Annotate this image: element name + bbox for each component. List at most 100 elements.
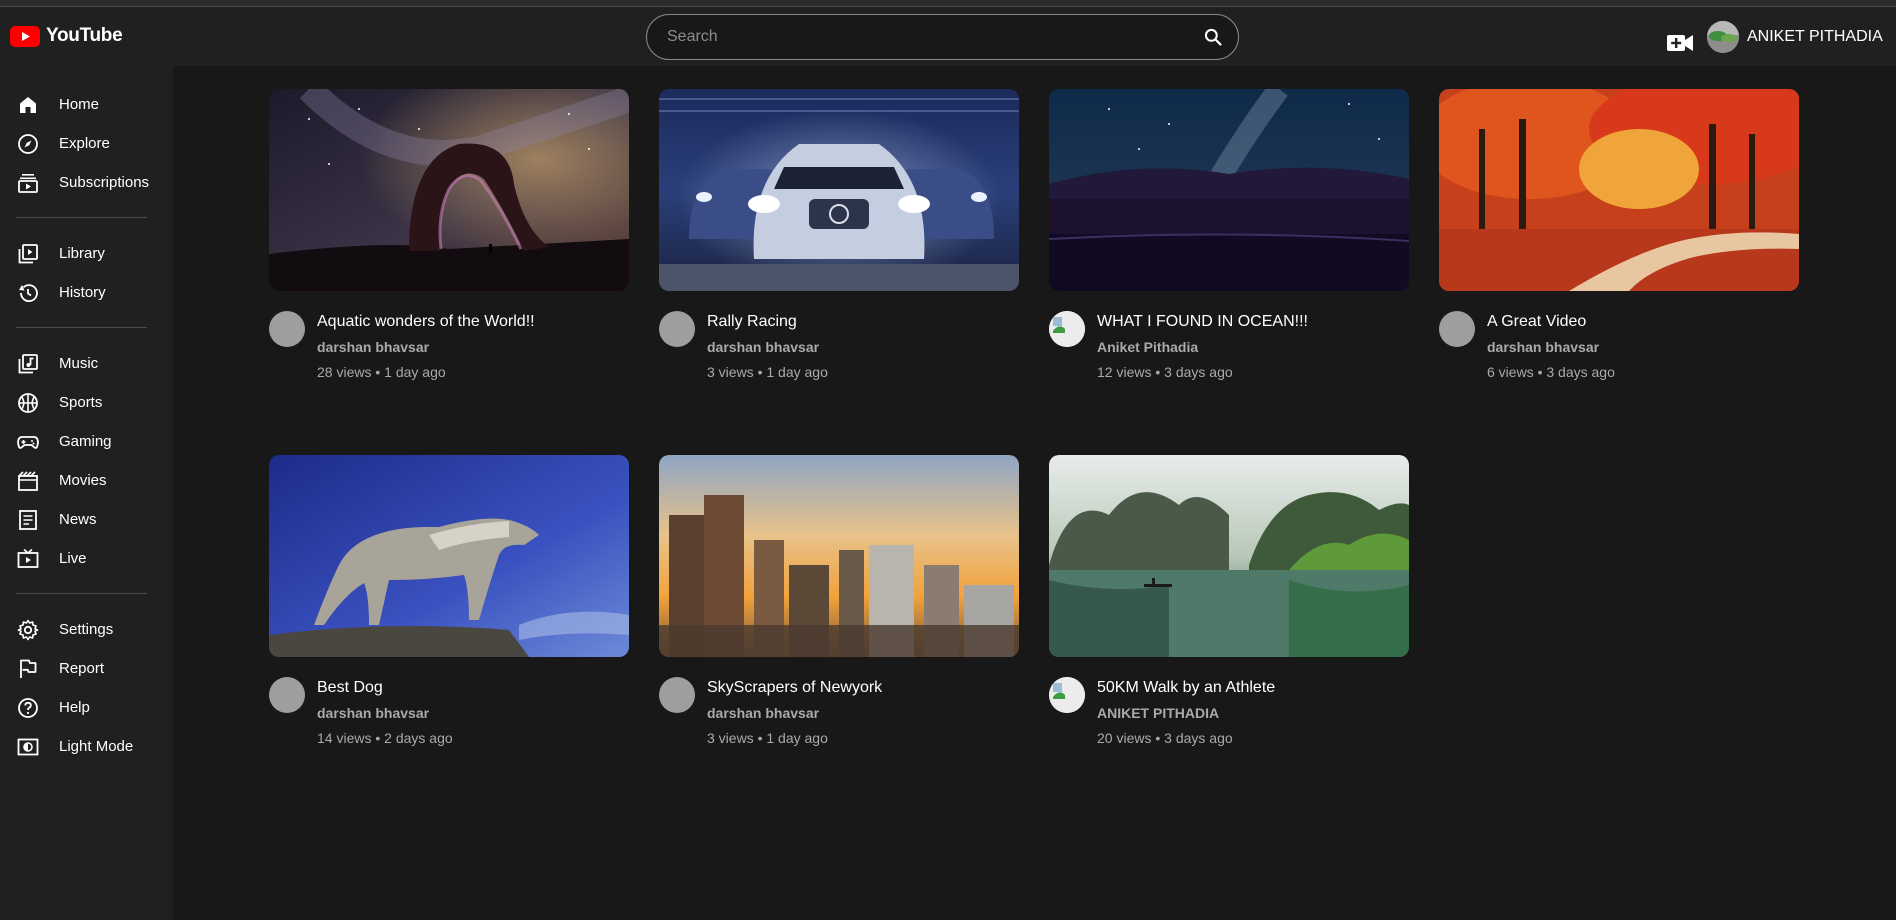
help-icon (18, 697, 38, 718)
news-icon (19, 509, 37, 530)
sidebar-item-label: Library (59, 245, 105, 262)
live-tv-icon (17, 548, 39, 568)
video-card[interactable]: A Great Video darshan bhavsar 6 views • … (1439, 89, 1799, 380)
video-title[interactable]: Aquatic wonders of the World!! (317, 312, 535, 332)
library-icon (18, 243, 38, 263)
channel-name[interactable]: darshan bhavsar (317, 705, 453, 721)
search-bar (646, 14, 1239, 60)
sidebar-item-movies[interactable]: Movies (0, 461, 173, 500)
video-meta: 50KM Walk by an Athlete ANIKET PITHADIA … (1049, 677, 1409, 746)
video-thumbnail[interactable] (1049, 455, 1409, 657)
sidebar-item-label: Light Mode (59, 738, 134, 755)
channel-avatar[interactable] (1439, 311, 1475, 347)
video-stats: 20 views • 3 days ago (1097, 730, 1233, 746)
video-title[interactable]: SkyScrapers of Newyork (707, 678, 882, 698)
window-top-edge (0, 0, 1896, 7)
channel-name[interactable]: darshan bhavsar (317, 339, 535, 355)
channel-avatar[interactable] (1049, 677, 1085, 713)
video-card[interactable]: SkyScrapers of Newyork darshan bhavsar 3… (659, 455, 1019, 746)
video-thumbnail[interactable] (659, 455, 1019, 657)
youtube-logo[interactable]: YouTube (10, 25, 123, 47)
video-stats: 14 views • 2 days ago (317, 730, 453, 746)
channel-avatar[interactable] (269, 311, 305, 347)
sidebar-item-home[interactable]: Home (0, 85, 173, 124)
create-video-icon[interactable] (1666, 29, 1694, 57)
sidebar-item-label: Report (59, 660, 105, 677)
search-input[interactable] (647, 28, 1188, 46)
video-stats: 12 views • 3 days ago (1097, 364, 1233, 380)
video-thumbnail[interactable] (1049, 89, 1409, 291)
video-thumbnail[interactable] (269, 455, 629, 657)
sidebar-item-label: Subscriptions (59, 174, 150, 191)
channel-avatar[interactable] (659, 311, 695, 347)
sidebar-item-label: Music (59, 355, 99, 372)
channel-name[interactable]: darshan bhavsar (707, 705, 882, 721)
youtube-play-icon (10, 25, 40, 47)
top-header: YouTube ANIKET PITHADIA (0, 7, 1896, 66)
compass-icon (18, 133, 38, 154)
channel-name[interactable]: ANIKET PITHADIA (1097, 705, 1275, 721)
video-meta: Aquatic wonders of the World!! darshan b… (269, 311, 629, 380)
sidebar-item-label: Movies (59, 472, 107, 489)
video-stats: 3 views • 1 day ago (707, 364, 828, 380)
sidebar-item-label: Help (59, 699, 90, 716)
sidebar-item-music[interactable]: Music (0, 344, 173, 383)
sidebar-item-gaming[interactable]: Gaming (0, 422, 173, 461)
video-thumbnail[interactable] (659, 89, 1019, 291)
video-title[interactable]: 50KM Walk by an Athlete (1097, 678, 1275, 698)
sidebar-item-label: History (59, 284, 106, 301)
sidebar-item-label: Sports (59, 394, 103, 411)
logo-text: YouTube (46, 25, 123, 46)
sidebar-item-label: Live (59, 550, 87, 567)
sidebar-divider (16, 593, 147, 594)
sidebar-divider (16, 217, 147, 218)
channel-avatar[interactable] (269, 677, 305, 713)
sidebar-item-sports[interactable]: Sports (0, 383, 173, 422)
video-title[interactable]: WHAT I FOUND IN OCEAN!!! (1097, 312, 1308, 332)
user-avatar (1707, 21, 1739, 53)
channel-avatar[interactable] (659, 677, 695, 713)
sidebar-item-live[interactable]: Live (0, 539, 173, 578)
home-icon (20, 96, 36, 113)
sidebar-item-help[interactable]: Help (0, 688, 173, 727)
video-stats: 28 views • 1 day ago (317, 364, 446, 380)
video-thumbnail[interactable] (1439, 89, 1799, 291)
video-card[interactable]: 50KM Walk by an Athlete ANIKET PITHADIA … (1049, 455, 1409, 746)
sidebar-item-label: Home (59, 96, 100, 113)
channel-avatar[interactable] (1049, 311, 1085, 347)
flag-icon (20, 659, 37, 678)
sidebar-item-report[interactable]: Report (0, 649, 173, 688)
video-card[interactable]: WHAT I FOUND IN OCEAN!!! Aniket Pithadia… (1049, 89, 1409, 380)
video-stats: 3 views • 1 day ago (707, 730, 828, 746)
video-thumbnail[interactable] (269, 89, 629, 291)
search-button[interactable] (1188, 15, 1238, 59)
video-grid: Aquatic wonders of the World!! darshan b… (173, 66, 1896, 920)
sidebar-item-library[interactable]: Library (0, 234, 173, 273)
video-title[interactable]: Rally Racing (707, 312, 828, 332)
video-card[interactable]: Best Dog darshan bhavsar 14 views • 2 da… (269, 455, 629, 746)
sidebar-item-news[interactable]: News (0, 500, 173, 539)
account-menu[interactable]: ANIKET PITHADIA (1707, 21, 1883, 53)
sidebar-item-explore[interactable]: Explore (0, 124, 173, 163)
video-meta: Best Dog darshan bhavsar 14 views • 2 da… (269, 677, 629, 746)
channel-name[interactable]: Aniket Pithadia (1097, 339, 1308, 355)
sidebar-item-label: Settings (59, 621, 114, 638)
sidebar-item-label: News (59, 511, 97, 528)
sidebar-item-history[interactable]: History (0, 273, 173, 312)
sidebar-item-label: Gaming (59, 433, 112, 450)
video-title[interactable]: A Great Video (1487, 312, 1615, 332)
light-mode-icon (17, 738, 39, 755)
sidebar-item-light-mode[interactable]: Light Mode (0, 727, 173, 766)
video-title[interactable]: Best Dog (317, 678, 453, 698)
subscriptions-icon (18, 173, 38, 193)
sidebar-item-settings[interactable]: Settings (0, 610, 173, 649)
channel-name[interactable]: darshan bhavsar (1487, 339, 1615, 355)
sidebar-divider (16, 327, 147, 328)
sidebar: Home Explore Subscriptions Library Histo… (0, 66, 173, 920)
search-icon (1204, 28, 1222, 46)
channel-name[interactable]: darshan bhavsar (707, 339, 828, 355)
sidebar-item-subscriptions[interactable]: Subscriptions (0, 163, 173, 202)
video-card[interactable]: Aquatic wonders of the World!! darshan b… (269, 89, 629, 380)
video-card[interactable]: Rally Racing darshan bhavsar 3 views • 1… (659, 89, 1019, 380)
music-icon (18, 353, 38, 373)
